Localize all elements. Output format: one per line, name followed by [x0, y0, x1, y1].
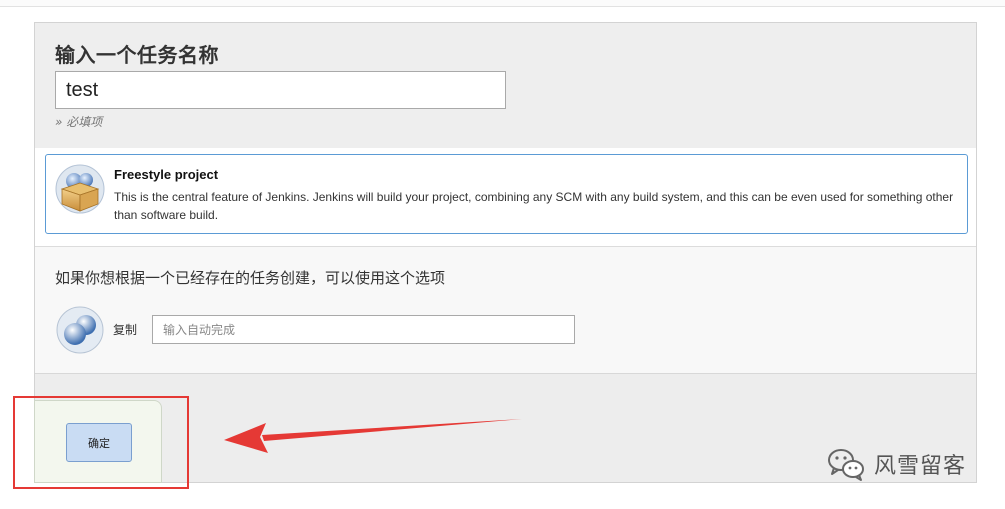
required-note: » 必填项	[55, 115, 103, 129]
freestyle-box-icon	[55, 164, 105, 214]
job-type-list: Freestyle project This is the central fe…	[35, 148, 976, 246]
arrow-pointing-left-icon	[224, 419, 522, 453]
watermark: 风雪留客	[826, 446, 966, 482]
job-name-section: 输入一个任务名称 » 必填项	[35, 23, 976, 148]
annotation-highlight-box	[13, 396, 189, 489]
copy-from-input[interactable]	[152, 315, 575, 344]
job-type-freestyle[interactable]: Freestyle project This is the central fe…	[45, 154, 968, 234]
watermark-text: 风雪留客	[874, 454, 967, 479]
wechat-icon	[828, 449, 864, 481]
copy-from-section: 如果你想根据一个已经存在的任务创建，可以使用这个选项 复制	[35, 247, 976, 373]
copy-hint: 如果你想根据一个已经存在的任务创建，可以使用这个选项	[55, 269, 446, 287]
page-title: 输入一个任务名称	[55, 43, 219, 67]
copy-job-icon	[56, 306, 104, 354]
job-type-description: This is the central feature of Jenkins. …	[114, 190, 954, 222]
job-type-title: Freestyle project	[114, 167, 219, 182]
copy-label: 复制	[113, 323, 138, 337]
top-rule	[0, 0, 1005, 7]
job-name-input[interactable]	[55, 71, 506, 109]
